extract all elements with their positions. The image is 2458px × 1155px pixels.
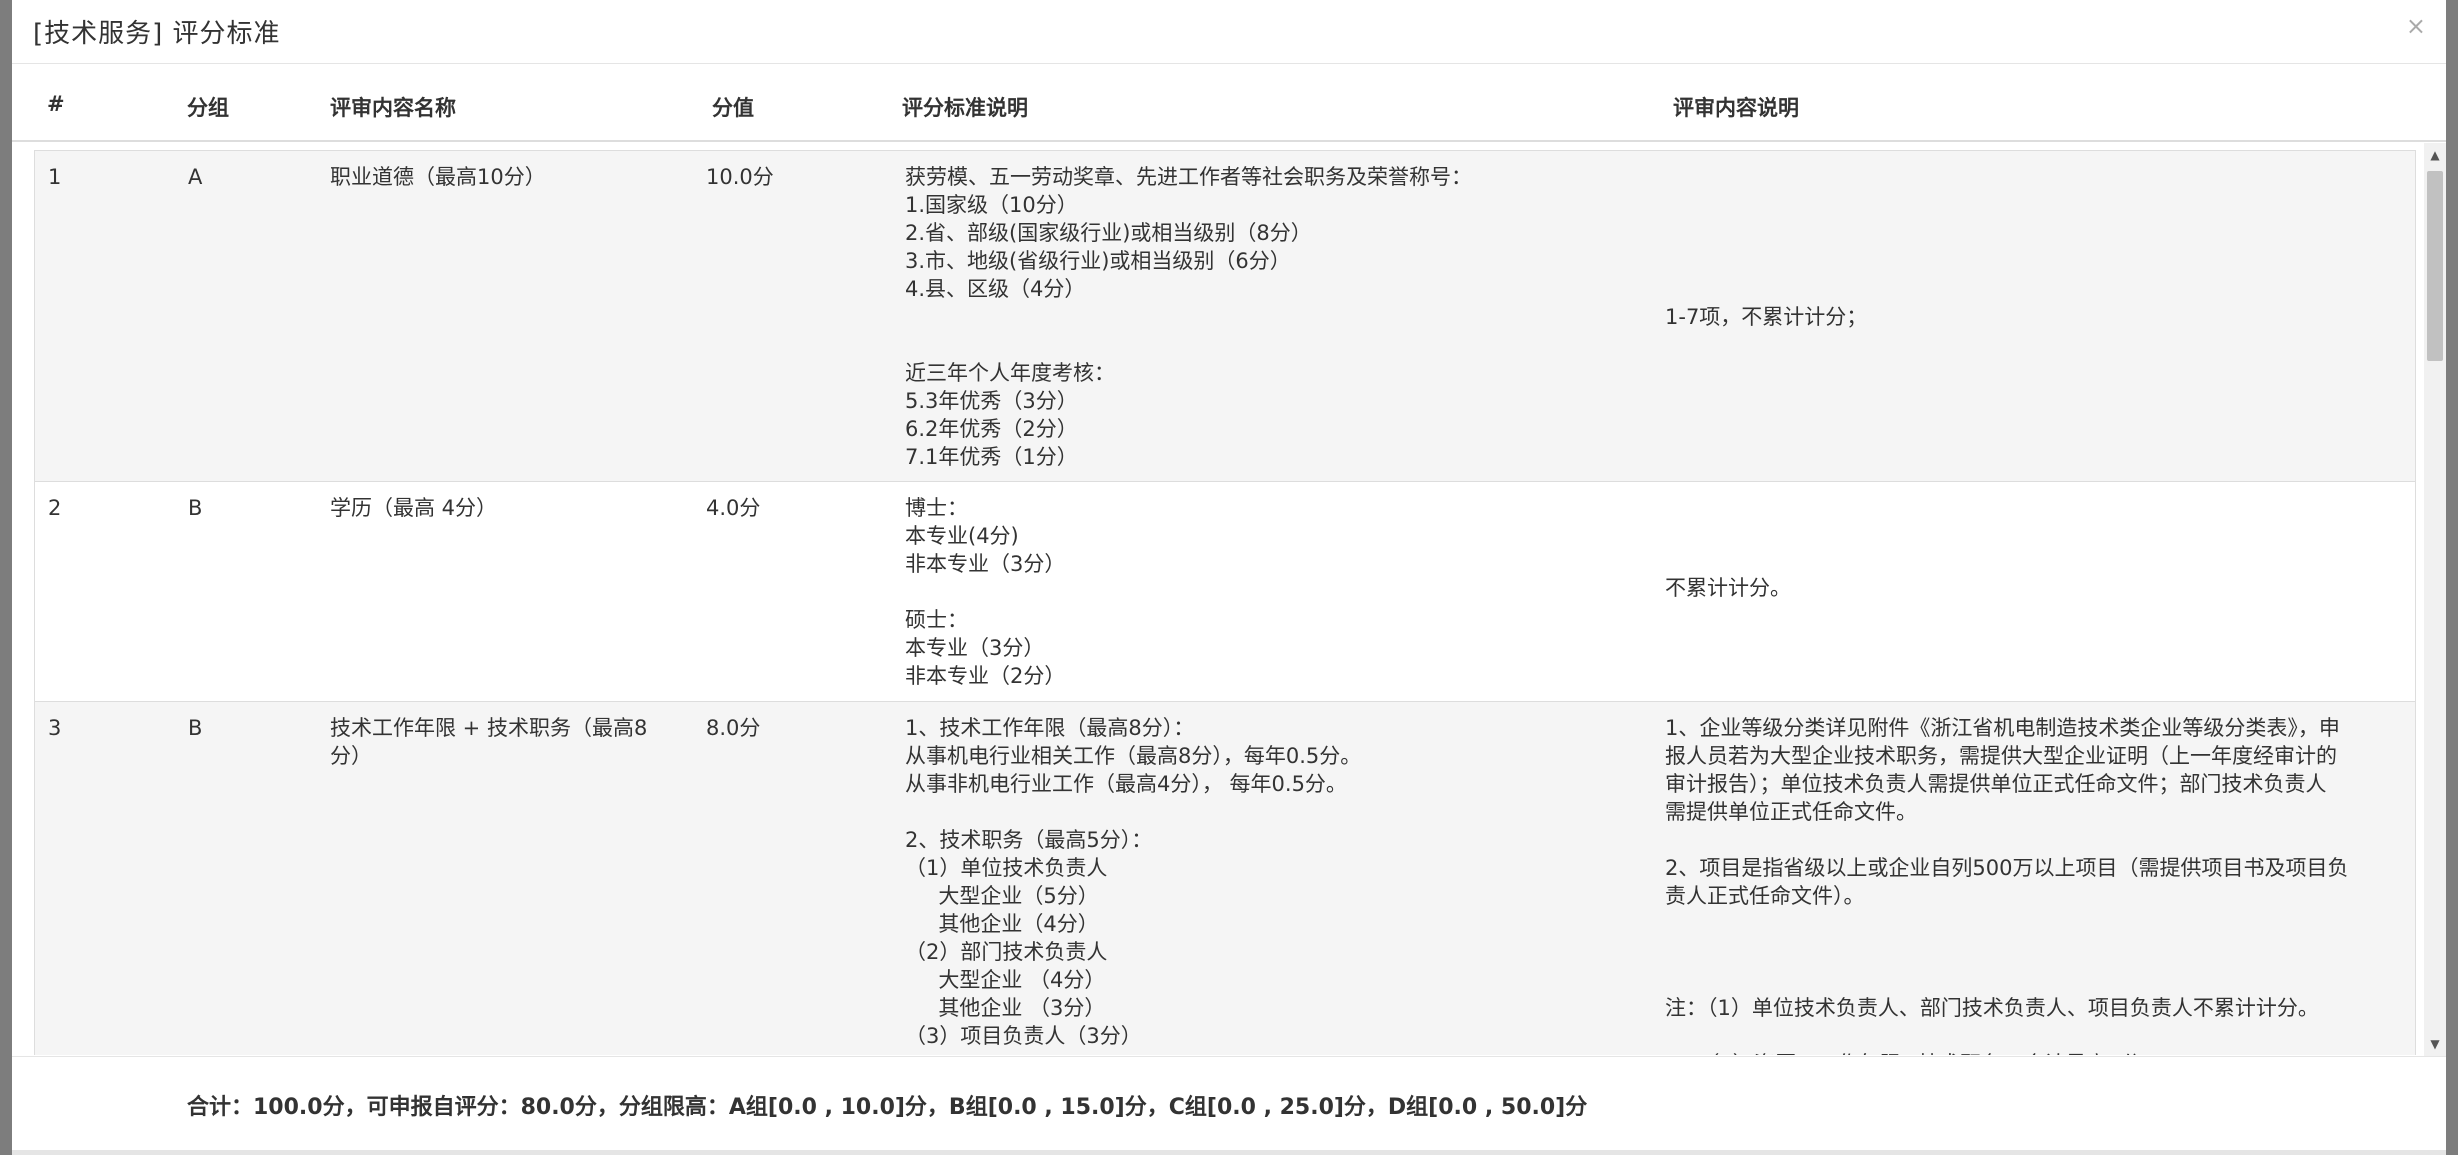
row-notes: 1、企业等级分类详见附件《浙江省机电制造技术类企业等级分类表》，申 报人员若为大… <box>1665 716 2349 1055</box>
row-index: 3 <box>48 716 62 740</box>
vertical-scrollbar[interactable]: ▲ ▼ <box>2424 143 2446 1056</box>
table-header: # 分组 评审内容名称 分值 评分标准说明 评审内容说明 <box>12 64 2446 142</box>
row-group: B <box>188 716 203 740</box>
modal-header: [技术服务] 评分标准 × <box>12 0 2446 64</box>
row-index: 2 <box>48 496 62 520</box>
column-header-group: 分组 <box>187 96 229 120</box>
table-row: 1 A 职业道德（最高10分） 10.0分 获劳模、五一劳动奖章、先进工作者等社… <box>35 150 2415 482</box>
close-icon[interactable]: × <box>2406 12 2426 40</box>
column-header-name: 评审内容名称 <box>330 96 456 120</box>
score-summary: 合计：100.0分，可申报自评分：80.0分，分组限高：A组[0.0 , 10.… <box>187 1095 1588 1120</box>
scoring-standard-modal: [技术服务] 评分标准 × # 分组 评审内容名称 分值 评分标准说明 评审内容… <box>12 0 2446 1155</box>
scroll-down-arrow-icon[interactable]: ▼ <box>2424 1034 2446 1054</box>
footer-divider <box>12 1150 2446 1155</box>
table-row: 2 B 学历（最高 4分） 4.0分 博士： 本专业(4分) 非本专业（3分） … <box>35 481 2415 702</box>
column-header-notes: 评审内容说明 <box>1673 96 1799 120</box>
row-notes: 1-7项，不累计计分； <box>1665 305 1868 329</box>
row-score: 4.0分 <box>706 496 761 520</box>
scrollbar-thumb[interactable] <box>2427 171 2443 361</box>
row-name: 技术工作年限 + 技术职务（最高8 分） <box>330 716 648 768</box>
row-score: 8.0分 <box>706 716 761 740</box>
row-notes: 不累计计分。 <box>1665 576 1791 600</box>
row-criteria: 获劳模、五一劳动奖章、先进工作者等社会职务及荣誉称号： 1.国家级（10分） 2… <box>905 165 1472 469</box>
modal-footer: 合计：100.0分，可申报自评分：80.0分，分组限高：A组[0.0 , 10.… <box>12 1056 2446 1150</box>
row-score: 10.0分 <box>706 165 774 189</box>
table-body[interactable]: 1 A 职业道德（最高10分） 10.0分 获劳模、五一劳动奖章、先进工作者等社… <box>34 150 2416 1055</box>
row-name: 学历（最高 4分） <box>330 496 498 520</box>
modal-title: [技术服务] 评分标准 <box>33 19 281 49</box>
row-group: A <box>188 165 203 189</box>
row-criteria: 1、技术工作年限（最高8分）： 从事机电行业相关工作（最高8分），每年0.5分。… <box>905 716 1362 1048</box>
row-criteria: 博士： 本专业(4分) 非本专业（3分） 硕士： 本专业（3分） 非本专业（2分… <box>905 496 1066 688</box>
row-name: 职业道德（最高10分） <box>330 165 546 189</box>
row-group: B <box>188 496 203 520</box>
column-header-index: # <box>47 92 65 116</box>
column-header-criteria: 评分标准说明 <box>902 96 1028 120</box>
column-header-score: 分值 <box>712 96 754 120</box>
table-row: 3 B 技术工作年限 + 技术职务（最高8 分） 8.0分 1、技术工作年限（最… <box>35 701 2415 1055</box>
scroll-up-arrow-icon[interactable]: ▲ <box>2424 145 2446 165</box>
row-index: 1 <box>48 165 62 189</box>
